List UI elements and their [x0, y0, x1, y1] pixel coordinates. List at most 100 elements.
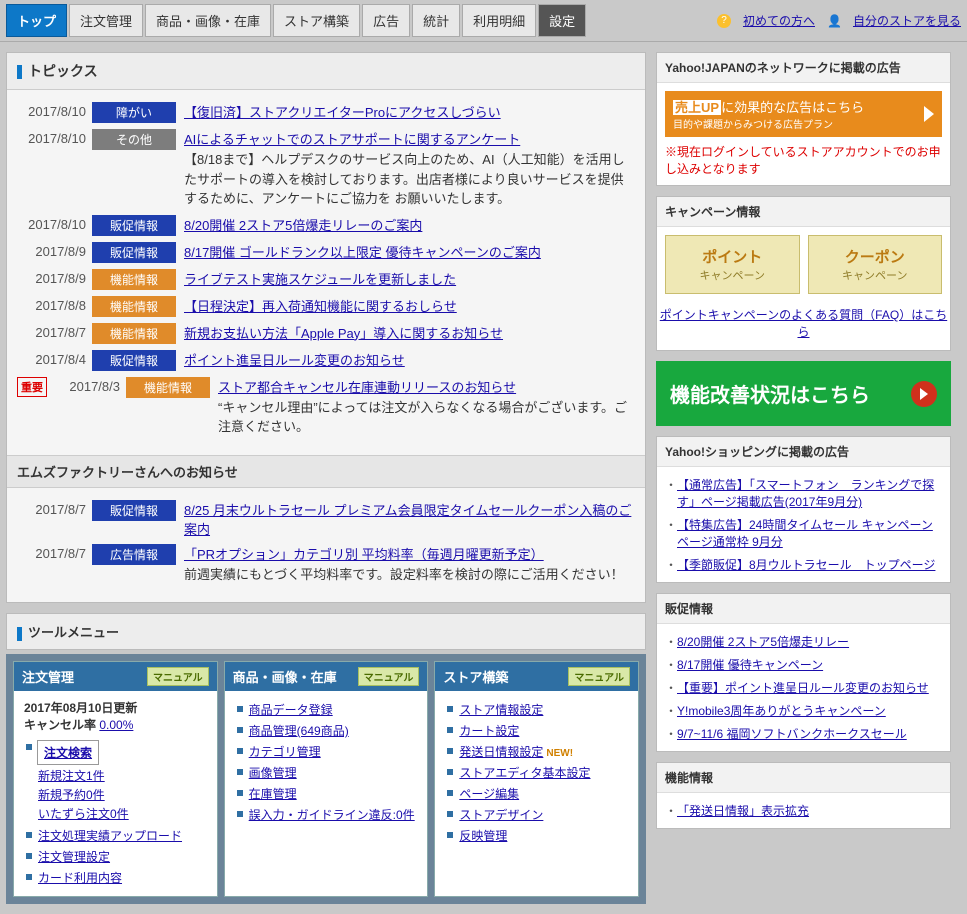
tab-settings[interactable]: 設定 [538, 4, 586, 37]
topic-link[interactable]: ポイント進呈日ルール変更のお知らせ [184, 353, 405, 368]
tab-billing[interactable]: 利用明細 [462, 4, 536, 37]
list-link[interactable]: 8/17開催 優待キャンペーン [677, 658, 823, 672]
list-link[interactable]: Y!mobile3周年ありがとうキャンペーン [677, 704, 886, 718]
tab-ads[interactable]: 広告 [362, 4, 410, 37]
topic-row: 2017/8/10 その他 AIによるチャットでのストアサポートに関するアンケー… [17, 129, 635, 209]
tab-store[interactable]: ストア構築 [273, 4, 360, 37]
list-item: 商品管理(649商品) [235, 720, 418, 741]
main-tabs: トップ 注文管理 商品・画像・在庫 ストア構築 広告 統計 利用明細 設定 [6, 4, 586, 37]
tab-product[interactable]: 商品・画像・在庫 [145, 4, 271, 37]
help-link[interactable]: 初めての方へ [743, 12, 815, 29]
list-item: 発送日情報設定NEW! [445, 741, 628, 762]
coupon-campaign-button[interactable]: クーポン キャンペーン [808, 235, 943, 294]
shopping-ads-panel: Yahoo!ショッピングに掲載の広告 【通常広告】「スマートフォン ランキングで… [656, 436, 951, 583]
help-icon: ? [717, 14, 731, 28]
new-reserve-link[interactable]: 新規予約0件 [38, 788, 105, 802]
order-upload-link[interactable]: 注文処理実績アップロード [38, 829, 182, 843]
list-item: カート設定 [445, 720, 628, 741]
tab-order[interactable]: 注文管理 [69, 4, 143, 37]
topics-title: トピックス [28, 63, 98, 79]
list-link[interactable]: ページ編集 [459, 787, 519, 801]
list-link[interactable]: ストアエディタ基本設定 [459, 766, 590, 780]
list-link[interactable]: ストア情報設定 [459, 703, 543, 717]
card-usage-link[interactable]: カード利用内容 [38, 871, 122, 885]
shopping-ads-header: Yahoo!ショッピングに掲載の広告 [657, 437, 950, 467]
func-info-panel: 機能情報 「発送日情報」表示拡充 [656, 762, 951, 829]
list-item: 誤入力・ガイドライン違反:0件 [235, 804, 418, 825]
promo-info-header: 販促情報 [657, 594, 950, 624]
order-settings-link[interactable]: 注文管理設定 [38, 850, 110, 864]
topic-date: 2017/8/7 [17, 544, 92, 561]
view-store-link[interactable]: 自分のストアを見る [853, 12, 961, 29]
topics-header: トピックス [7, 53, 645, 90]
list-link[interactable]: 商品データ登録 [249, 703, 333, 717]
person-icon: 👤 [827, 14, 841, 28]
arrow-right-icon [924, 106, 934, 122]
topic-link[interactable]: 新規お支払い方法「Apple Pay」導入に関するお知らせ [184, 326, 503, 341]
manual-button[interactable]: マニュアル [568, 667, 630, 686]
list-item: 商品データ登録 [235, 699, 418, 720]
topic-badge: 機能情報 [92, 323, 176, 344]
tool-product-title: 商品・画像・在庫 [233, 667, 337, 686]
list-item: ページ編集 [445, 783, 628, 804]
list-link[interactable]: カート設定 [459, 724, 519, 738]
new-orders-link[interactable]: 新規注文1件 [38, 769, 105, 783]
topic-link[interactable]: 【復旧済】ストアクリエイターProにアクセスしづらい [184, 105, 501, 120]
topic-link[interactable]: 8/20開催 2ストア5倍爆走リレーのご案内 [184, 218, 422, 233]
manual-button[interactable]: マニュアル [358, 667, 420, 686]
topic-link[interactable]: 「PRオプション」カテゴリ別 平均料率（毎週月曜更新予定） [184, 547, 544, 562]
campaign-faq-link[interactable]: ポイントキャンペーンのよくある質問（FAQ）はこちら [660, 308, 947, 339]
manual-button[interactable]: マニュアル [147, 667, 209, 686]
list-link[interactable]: 【特集広告】24時間タイムセール キャンペーンページ通常枠 9月分 [677, 518, 933, 549]
topic-date: 2017/8/4 [17, 350, 92, 367]
list-link[interactable]: 9/7~11/6 福岡ソフトバンクホークスセール [677, 727, 907, 741]
topic-row: 2017/8/7 機能情報 新規お支払い方法「Apple Pay」導入に関するお… [17, 323, 635, 344]
order-updated: 2017年08月10日更新 [24, 699, 207, 716]
list-link[interactable]: 発送日情報設定 [459, 745, 543, 759]
topic-link[interactable]: ストア都合キャンセル在庫連動リリースのお知らせ [218, 380, 516, 395]
topic-badge: その他 [92, 129, 176, 150]
list-link[interactable]: 8/20開催 2ストア5倍爆走リレー [677, 635, 849, 649]
improvement-banner[interactable]: 機能改善状況はこちら [656, 361, 951, 426]
list-link[interactable]: 反映管理 [459, 829, 507, 843]
list-link[interactable]: 画像管理 [249, 766, 297, 780]
promo-info-panel: 販促情報 8/20開催 2ストア5倍爆走リレー 8/17開催 優待キャンペーン【重… [656, 593, 951, 752]
tab-top[interactable]: トップ [6, 4, 67, 37]
list-item: 【季節販促】8月ウルトラセール トップページ [665, 553, 942, 576]
func-info-header: 機能情報 [657, 763, 950, 793]
list-link[interactable]: 誤入力・ガイドライン違反:0件 [249, 808, 415, 822]
list-link[interactable]: 【重要】ポイント進呈日ルール変更のお知らせ [677, 681, 929, 695]
list-item: ストアエディタ基本設定 [445, 762, 628, 783]
cancel-rate-link[interactable]: 0.00% [99, 718, 133, 732]
list-link[interactable]: 【通常広告】「スマートフォン ランキングで探す」ページ掲載広告(2017年9月分… [677, 478, 934, 509]
topic-row: 2017/8/4 販促情報 ポイント進呈日ルール変更のお知らせ [17, 350, 635, 371]
topic-link[interactable]: ライブテスト実施スケジュールを更新しました [184, 272, 456, 287]
list-link[interactable]: 【季節販促】8月ウルトラセール トップページ [677, 558, 935, 572]
list-link[interactable]: カテゴリ管理 [249, 745, 321, 759]
list-item: 【特集広告】24時間タイムセール キャンペーンページ通常枠 9月分 [665, 513, 942, 553]
list-link[interactable]: ストアデザイン [459, 808, 543, 822]
topic-date: 2017/8/9 [17, 269, 92, 286]
topic-link[interactable]: 8/25 月末ウルトラセール プレミアム会員限定タイムセールクーポン入稿のご案内 [184, 503, 631, 537]
tool-order-title: 注文管理 [22, 667, 74, 686]
point-campaign-button[interactable]: ポイント キャンペーン [665, 235, 800, 294]
topic-link[interactable]: AIによるチャットでのストアサポートに関するアンケート [184, 132, 520, 147]
order-search-link[interactable]: 注文検索 [44, 746, 92, 760]
topics-panel: トピックス 2017/8/10 障がい 【復旧済】ストアクリエイターProにアク… [6, 52, 646, 603]
list-item: 【通常広告】「スマートフォン ランキングで探す」ページ掲載広告(2017年9月分… [665, 473, 942, 513]
tab-stats[interactable]: 統計 [412, 4, 460, 37]
topic-desc: “キャンセル理由”によっては注文が入らなくなる場合がございます。ご注意ください。 [218, 398, 635, 437]
topic-date: 2017/8/10 [17, 215, 92, 232]
ad-network-header: Yahoo!JAPANのネットワークに掲載の広告 [657, 53, 950, 83]
list-link[interactable]: 商品管理(649商品) [249, 724, 349, 738]
new-badge: NEW! [546, 748, 573, 759]
fraud-orders-link[interactable]: いたずら注文0件 [38, 807, 129, 821]
list-item: ストア情報設定 [445, 699, 628, 720]
ad-banner[interactable]: 売上UP売上UPに効果的な広告はこちらに効果的な広告はこちら 目的や課題からみつ… [665, 91, 942, 137]
topic-link[interactable]: 【日程決定】再入荷通知機能に関するおしらせ [184, 299, 457, 314]
list-link[interactable]: 「発送日情報」表示拡充 [677, 804, 809, 818]
list-item: 「発送日情報」表示拡充 [665, 799, 942, 822]
list-item: 8/17開催 優待キャンペーン [665, 653, 942, 676]
list-link[interactable]: 在庫管理 [249, 787, 297, 801]
topic-link[interactable]: 8/17開催 ゴールドランク以上限定 優待キャンペーンのご案内 [184, 245, 541, 260]
